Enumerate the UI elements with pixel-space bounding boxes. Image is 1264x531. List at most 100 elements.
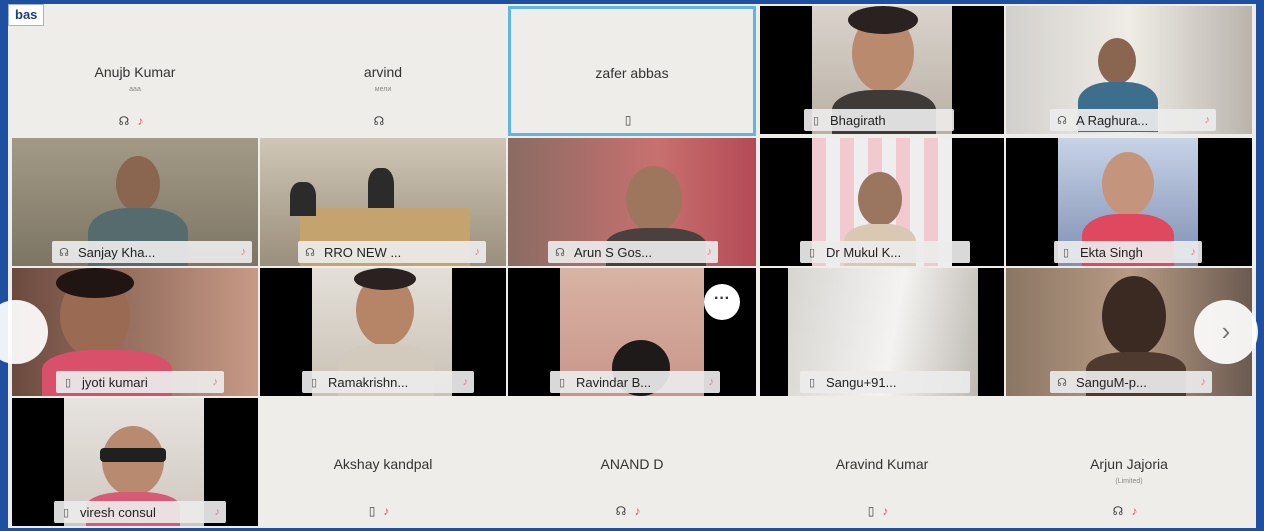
headset-icon: ☊ [305, 246, 315, 259]
name-tag: ☊ Arun S Gos... ♪ [548, 241, 718, 263]
participant-tile-zafer[interactable]: zafer abbas ▯ [508, 6, 756, 136]
mic-off-icon: ♪ [1131, 504, 1146, 518]
participant-name: arvind [363, 64, 403, 80]
participant-name: Aravind Kumar [835, 456, 929, 472]
participant-icons: ☊♪ [12, 114, 258, 128]
name-tag: ☊ SanguM-p... ♪ [1050, 371, 1212, 393]
device-icon: ▯ [812, 114, 820, 127]
mic-off-icon: ♪ [137, 114, 152, 128]
participant-video [1102, 276, 1166, 356]
participant-tile-araghura[interactable]: ☊ A Raghura... ♪ [1006, 6, 1252, 134]
headset-icon: ☊ [118, 114, 138, 128]
name-tag: ▯ Bhagirath [804, 109, 954, 131]
participant-name: Ravindar B... [576, 374, 652, 390]
mic-off-icon: ♪ [1200, 376, 1207, 388]
mic-off-icon: ♪ [1204, 114, 1211, 126]
participant-tile-viresh[interactable]: ▯ viresh consul ♪ [12, 398, 258, 526]
name-tag: ▯ Sangu+91... [800, 371, 970, 393]
participant-tile-akshay[interactable]: Akshay kandpal ▯♪ [260, 398, 506, 526]
participant-icons: ☊♪ [508, 504, 756, 518]
participant-tile-mukul[interactable]: ▯ Dr Mukul K... [760, 138, 1004, 266]
mic-off-icon: ♪ [212, 376, 219, 388]
mic-off-icon: ♪ [240, 246, 247, 258]
participant-status: ааа [129, 86, 141, 93]
video-grid: Anujb Kumar ааа ☊♪ arvind мели ☊ zafer a… [0, 4, 1258, 528]
participant-video [1098, 38, 1136, 84]
device-icon: ▯ [558, 376, 566, 389]
participant-name: Akshay kandpal [333, 456, 433, 472]
participant-tile-anand[interactable]: ANAND D ☊♪ [508, 398, 756, 526]
headset-icon: ☊ [59, 246, 69, 259]
device-icon: ▯ [62, 506, 70, 519]
name-tag: ▯ jyoti kumari ♪ [56, 371, 224, 393]
participant-icons: ▯♪ [260, 504, 506, 518]
participant-tile-aravind[interactable]: Aravind Kumar ▯♪ [760, 398, 1004, 526]
headset-icon: ☊ [615, 504, 635, 518]
headset-icon: ☊ [373, 114, 393, 128]
device-icon: ▯ [310, 376, 318, 389]
participant-video [858, 172, 902, 226]
mic-off-icon: ♪ [383, 504, 398, 518]
participant-status: (Limited) [1115, 478, 1143, 485]
device-icon: ▯ [808, 376, 816, 389]
participant-video [626, 166, 682, 232]
headset-icon: ☊ [1057, 114, 1067, 127]
participant-tile-arun[interactable]: ☊ Arun S Gos... ♪ [508, 138, 756, 266]
mic-off-icon: ♪ [462, 376, 469, 388]
participant-status: мели [374, 86, 392, 93]
participant-tile-rro-new[interactable]: ☊ RRO NEW ... ♪ [260, 138, 506, 266]
participant-tile-anujb[interactable]: Anujb Kumar ааа ☊♪ [12, 6, 258, 134]
window-title: bas [8, 4, 45, 26]
more-options-button[interactable]: ··· [704, 284, 740, 320]
participant-name: Ramakrishn... [328, 374, 409, 390]
participant-name: Dr Mukul K... [826, 244, 902, 260]
mic-off-icon: ♪ [1190, 246, 1197, 258]
participant-video [368, 168, 394, 208]
name-tag: ☊ Sanjay Kha... ♪ [52, 241, 252, 263]
participant-video [116, 156, 160, 212]
name-tag: ▯ Ekta Singh ♪ [1054, 241, 1202, 263]
name-tag: ▯ Ravindar B... ♪ [550, 371, 720, 393]
participant-name: A Raghura... [1076, 112, 1149, 128]
participant-name: Anujb Kumar [94, 64, 176, 80]
mic-off-icon: ♪ [708, 376, 715, 388]
participant-tile-sangu91[interactable]: ▯ Sangu+91... [760, 268, 1004, 396]
name-tag: ▯ Dr Mukul K... [800, 241, 970, 263]
mic-off-icon: ♪ [706, 246, 713, 258]
participant-name: RRO NEW ... [324, 244, 402, 260]
mic-off-icon: ♪ [214, 506, 221, 518]
mic-off-icon: ♪ [474, 246, 481, 258]
participant-name: Sangu+91... [826, 374, 897, 390]
participant-tile-arvind[interactable]: arvind мели ☊ [260, 6, 506, 134]
device-icon: ▯ [867, 504, 883, 518]
name-tag: ☊ A Raghura... ♪ [1050, 109, 1216, 131]
participant-name: Ekta Singh [1080, 244, 1143, 260]
participant-name: Sanjay Kha... [78, 244, 156, 260]
participant-name: ANAND D [600, 456, 664, 472]
participant-tile-bhagirath[interactable]: ▯ Bhagirath [760, 6, 1004, 134]
participant-icons: ☊♪ [1006, 504, 1252, 518]
participant-name: jyoti kumari [82, 374, 148, 390]
name-tag: ☊ RRO NEW ... ♪ [298, 241, 486, 263]
participant-tile-ekta[interactable]: ▯ Ekta Singh ♪ [1006, 138, 1252, 266]
next-page-button[interactable]: › [1194, 300, 1258, 364]
participant-name: Arun S Gos... [574, 244, 653, 260]
name-tag: ▯ viresh consul ♪ [54, 501, 226, 523]
participant-tile-ravindar[interactable]: ··· ▯ Ravindar B... ♪ [508, 268, 756, 396]
participant-icons: ▯ [511, 113, 753, 127]
headset-icon: ☊ [555, 246, 565, 259]
participant-name: zafer abbas [595, 65, 669, 81]
device-icon: ▯ [808, 246, 816, 259]
participant-name: SanguM-p... [1076, 374, 1147, 390]
participant-name: viresh consul [80, 504, 156, 520]
participant-video [1102, 152, 1154, 216]
participant-icons: ☊ [260, 114, 506, 128]
participant-tile-jyoti[interactable]: ▯ jyoti kumari ♪ [12, 268, 258, 396]
device-icon: ▯ [368, 504, 384, 518]
participant-tile-arjun[interactable]: Arjun Jajoria (Limited) ☊♪ [1006, 398, 1252, 526]
participant-tile-sanjay[interactable]: ☊ Sanjay Kha... ♪ [12, 138, 258, 266]
participant-tile-ramakrishn[interactable]: ▯ Ramakrishn... ♪ [260, 268, 506, 396]
participant-icons: ▯♪ [760, 504, 1004, 518]
name-tag: ▯ Ramakrishn... ♪ [302, 371, 474, 393]
headset-icon: ☊ [1057, 376, 1067, 389]
